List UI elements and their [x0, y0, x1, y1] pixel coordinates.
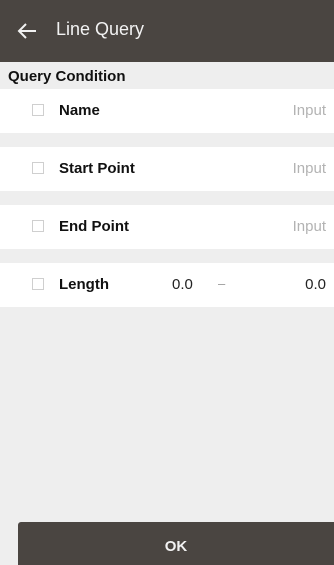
- length-range-separator: –: [218, 276, 226, 291]
- length-checkbox[interactable]: [32, 278, 44, 290]
- name-row[interactable]: Name Input: [0, 89, 334, 133]
- length-label: Length: [59, 276, 109, 293]
- ok-button[interactable]: OK: [18, 522, 334, 565]
- name-label: Name: [59, 102, 100, 119]
- end-point-row[interactable]: End Point Input: [0, 205, 334, 249]
- length-min-input[interactable]: 0.0: [172, 276, 193, 293]
- start-point-row[interactable]: Start Point Input: [0, 147, 334, 191]
- arrow-left-icon[interactable]: [16, 21, 38, 41]
- section-title: Query Condition: [8, 68, 126, 85]
- end-point-label: End Point: [59, 218, 129, 235]
- name-checkbox[interactable]: [32, 104, 44, 116]
- app-header: Line Query: [0, 0, 334, 62]
- length-max-input[interactable]: 0.0: [305, 276, 326, 293]
- start-point-input[interactable]: Input: [293, 160, 326, 177]
- start-point-label: Start Point: [59, 160, 135, 177]
- end-point-input[interactable]: Input: [293, 218, 326, 235]
- page-title: Line Query: [56, 19, 145, 39]
- name-input[interactable]: Input: [293, 102, 326, 119]
- start-point-checkbox[interactable]: [32, 162, 44, 174]
- length-row[interactable]: Length 0.0 – 0.0: [0, 263, 334, 307]
- ok-button-label: OK: [164, 538, 188, 555]
- end-point-checkbox[interactable]: [32, 220, 44, 232]
